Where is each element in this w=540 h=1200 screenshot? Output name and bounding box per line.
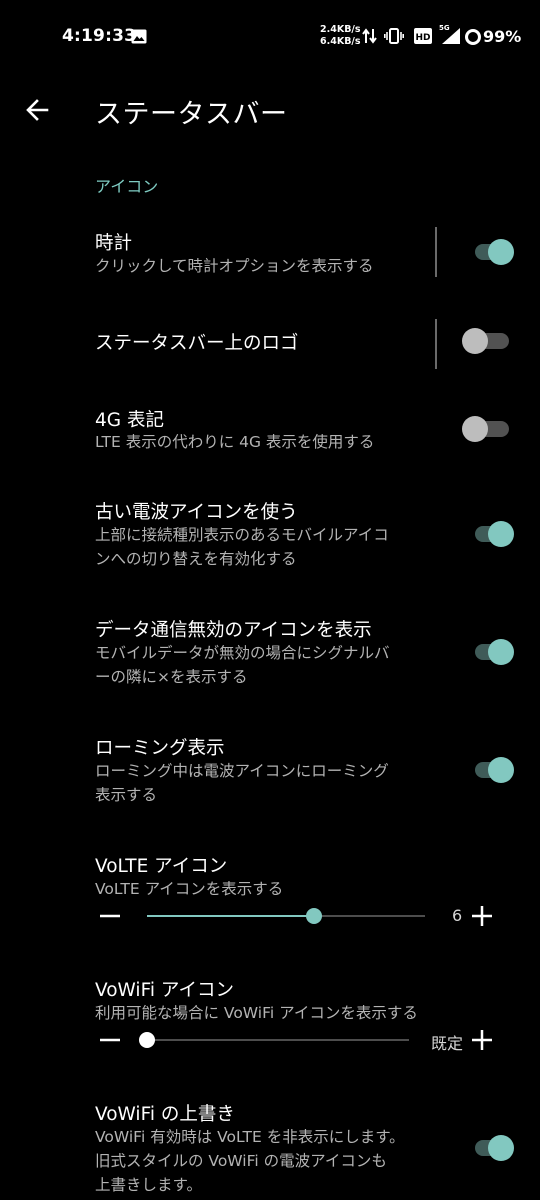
setting-title: 4G 表記 [95,410,164,431]
status-bar: 4:19:33 2.4KB/s 6.4KB/s HD 5G 99% [0,0,540,72]
summary-line: モバイルデータが無効の場合にシグナルバ [95,644,390,662]
setting-summary: ローミング中は電波アイコンにローミング 表示する [95,759,389,807]
slider-value: 既定 [431,1034,464,1053]
battery-level: 99% [483,27,522,46]
4g-label-toggle[interactable] [462,413,515,445]
toggle-thumb [488,639,514,665]
section-title: アイコン [95,177,159,196]
vowifi-override-toggle[interactable] [471,1132,515,1164]
battery-ring-icon [465,29,481,45]
roaming-indicator-toggle[interactable] [471,754,515,786]
setting-title: ローミング表示 [95,738,225,759]
toggle-thumb [488,239,514,265]
data-disabled-icon-toggle[interactable] [471,636,515,668]
item-divider [435,227,437,277]
setting-summary: クリックして時計オプションを表示する [95,257,374,275]
plus-icon[interactable] [470,904,494,928]
toggle-thumb [488,757,514,783]
summary-line: 表示する [95,786,158,804]
slider-value: 6 [452,906,463,925]
minus-icon[interactable] [98,904,122,928]
summary-line: VoWiFi 有効時は VoLTE を非表示にします。 [95,1128,405,1146]
vibrate-icon [384,28,404,44]
net-up-speed: 2.4KB/s [320,24,361,35]
summary-line: 旧式スタイルの VoWiFi の電波アイコンも [95,1152,387,1170]
toggle-thumb [488,521,514,547]
clock-toggle[interactable] [471,236,515,268]
toggle-thumb [462,328,488,354]
setting-title: 時計 [95,233,133,254]
minus-icon[interactable] [98,1028,122,1052]
setting-summary: LTE 表示の代わりに 4G 表示を使用する [95,433,375,451]
setting-title: ステータスバー上のロゴ [95,333,299,354]
setting-title: VoWiFi アイコン [95,980,234,1001]
svg-text:HD: HD [415,33,430,43]
slider-thumb[interactable] [305,908,322,924]
setting-summary: モバイルデータが無効の場合にシグナルバ ーの隣に×を表示する [95,641,390,689]
toggle-thumb [462,416,488,442]
setting-title: 古い電波アイコンを使う [95,502,298,523]
volte-slider[interactable] [147,908,425,924]
statusbar-logo-toggle[interactable] [462,325,515,357]
setting-title: VoLTE アイコン [95,856,228,877]
setting-summary: VoWiFi 有効時は VoLTE を非表示にします。 旧式スタイルの VoWi… [95,1125,405,1197]
item-divider [435,319,437,369]
summary-line: ローミング中は電波アイコンにローミング [95,762,389,780]
slider-fill [147,915,314,917]
summary-line: 上部に接続種別表示のあるモバイルアイコ [95,526,389,544]
setting-summary: VoLTE アイコンを表示する [95,880,284,898]
signal-icon [442,28,460,44]
summary-line: 上書きします。 [95,1176,202,1194]
data-arrows-icon [362,28,377,44]
toggle-thumb [488,1135,514,1161]
back-arrow-icon[interactable] [20,92,56,128]
page-title: ステータスバー [95,99,288,130]
image-icon [131,29,147,44]
summary-line: ンへの切り替えを有効化する [95,550,297,568]
net-down-speed: 6.4KB/s [320,36,361,47]
slider-thumb[interactable] [139,1032,155,1048]
setting-summary: 上部に接続種別表示のあるモバイルアイコ ンへの切り替えを有効化する [95,523,389,571]
hd-icon: HD [414,28,432,44]
plus-icon[interactable] [470,1028,494,1052]
network-speed: 2.4KB/s 6.4KB/s [320,24,361,48]
vowifi-slider[interactable] [139,1032,409,1048]
summary-line: ーの隣に×を表示する [95,668,248,686]
setting-title: データ通信無効のアイコンを表示 [95,620,372,641]
setting-summary: 利用可能な場合に VoWiFi アイコンを表示する [95,1004,418,1022]
setting-title: VoWiFi の上書き [95,1104,235,1125]
status-time: 4:19:33 [62,26,137,46]
legacy-signal-icon-toggle[interactable] [471,518,515,550]
